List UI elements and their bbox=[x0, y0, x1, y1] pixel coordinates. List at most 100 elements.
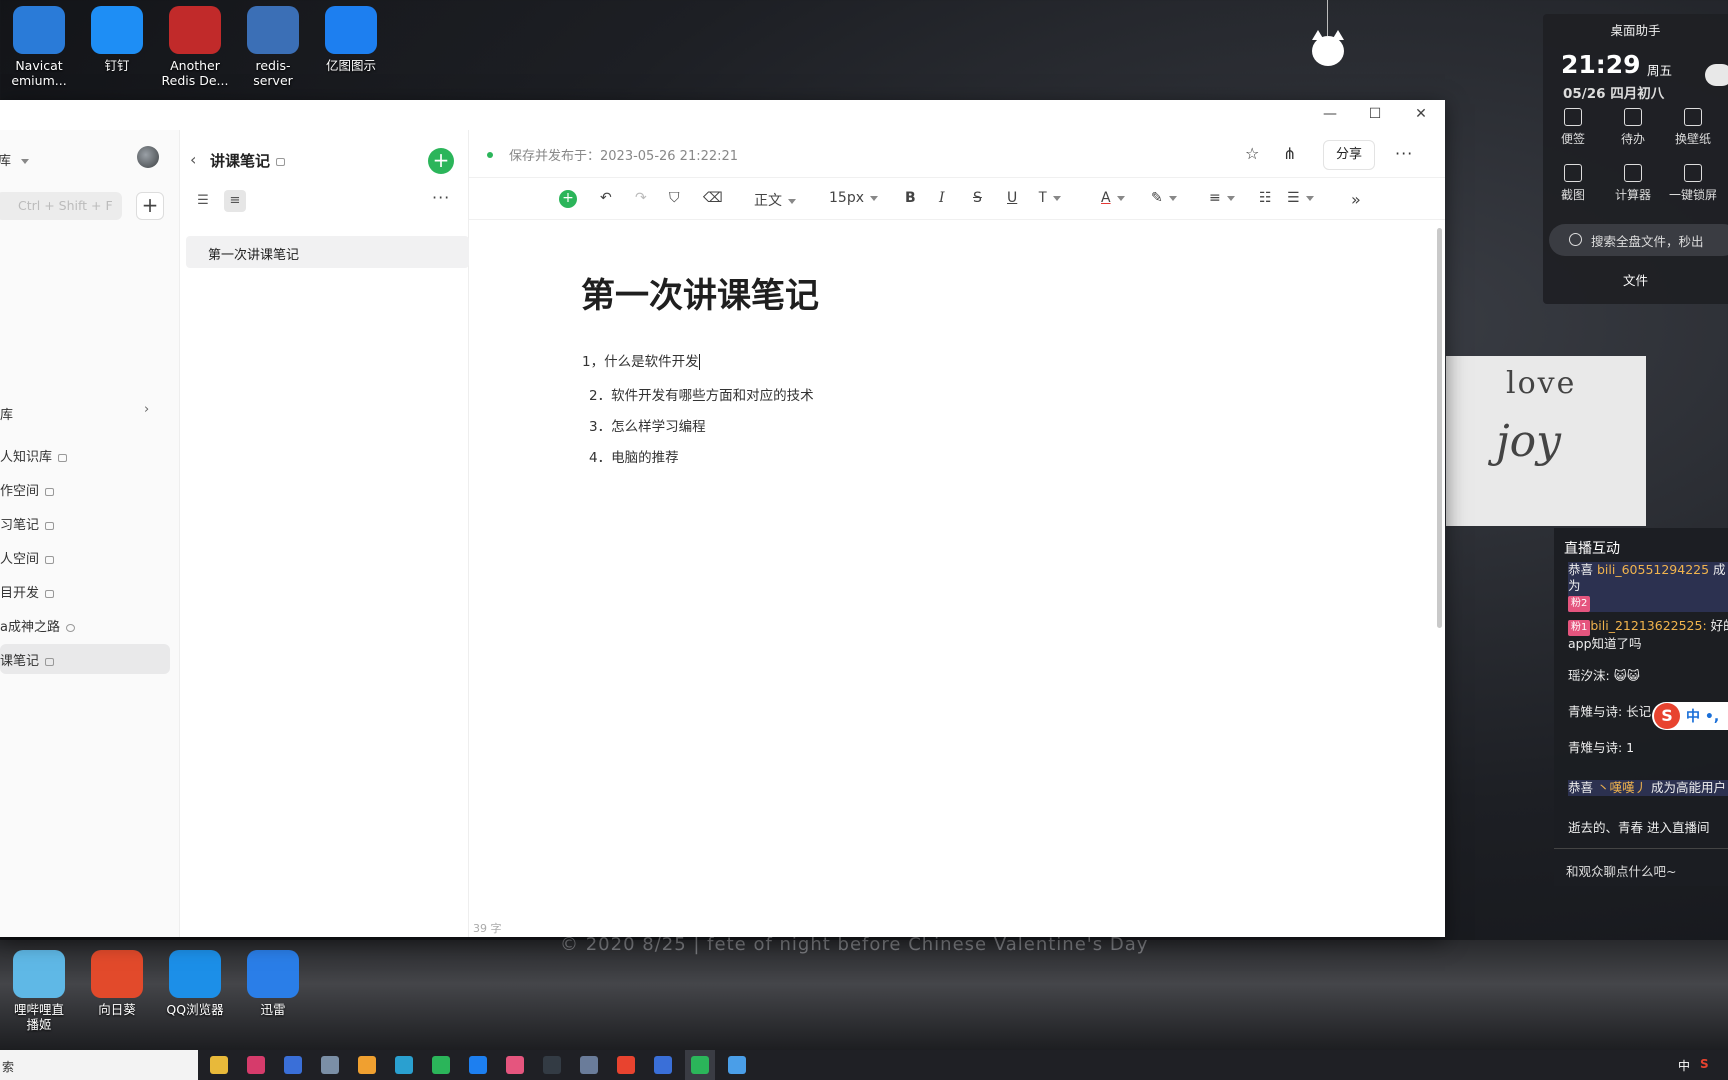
tree-view-icon[interactable]: ≡ bbox=[224, 190, 246, 212]
eraser-icon[interactable]: ⌫ bbox=[703, 190, 723, 206]
app-pink-icon[interactable] bbox=[506, 1056, 524, 1074]
desktop-icon[interactable]: Another Redis De... bbox=[156, 6, 234, 88]
love-joy-card: love joy bbox=[1446, 356, 1646, 526]
widget-file-tab[interactable]: 文件 bbox=[1543, 270, 1728, 289]
underline-button[interactable]: U bbox=[1007, 190, 1017, 206]
insert-button[interactable]: + bbox=[559, 190, 577, 208]
share-button[interactable]: 分享 bbox=[1323, 140, 1375, 170]
desktop-icon[interactable]: 钉钉 bbox=[78, 6, 156, 88]
more-icon[interactable]: ··· bbox=[1395, 144, 1413, 163]
minimize-button[interactable]: — bbox=[1320, 106, 1340, 124]
widget-tool[interactable]: 计算器 bbox=[1603, 164, 1663, 203]
bold-button[interactable]: B bbox=[905, 190, 916, 206]
remote-icon[interactable] bbox=[321, 1056, 339, 1074]
numbered-list-icon[interactable]: ☰ bbox=[1287, 190, 1314, 206]
add-button[interactable]: + bbox=[136, 192, 164, 220]
font-size-select[interactable]: 15px bbox=[829, 190, 878, 206]
monitor-icon[interactable] bbox=[580, 1056, 598, 1074]
chevron-down-icon bbox=[1168, 195, 1177, 201]
widget-tool[interactable]: 截图 bbox=[1543, 164, 1603, 203]
text-color-button[interactable]: A bbox=[1101, 190, 1125, 206]
mindmap-icon[interactable]: ⋔ bbox=[1283, 144, 1296, 163]
chat-username: bili_60551294225 bbox=[1596, 562, 1710, 577]
chat-message: 恭喜 bili_60551294225 成为 粉2 bbox=[1568, 562, 1728, 612]
more-icon[interactable]: ··· bbox=[432, 188, 450, 207]
sidebar-item[interactable]: 目开发 bbox=[0, 576, 170, 606]
document-line[interactable]: 3．怎么样学习编程 bbox=[589, 415, 706, 435]
weather-icon[interactable] bbox=[1705, 64, 1728, 86]
live-chat-input[interactable]: 和观众聊点什么吧~ bbox=[1554, 848, 1728, 886]
align-icon[interactable]: ≡ bbox=[1209, 190, 1235, 206]
desktop-icon[interactable]: QQ浏览器 bbox=[156, 950, 234, 1032]
bullet-list-icon[interactable]: ☷ bbox=[1259, 190, 1272, 206]
expand-toolbar-icon[interactable]: » bbox=[1351, 190, 1361, 209]
desktop-icon[interactable]: 迅雷 bbox=[234, 950, 312, 1032]
widget-tool-label: 截图 bbox=[1560, 188, 1585, 202]
widget-tool[interactable]: 待办 bbox=[1603, 108, 1663, 147]
library-section[interactable]: 库 › bbox=[0, 402, 160, 423]
wechat-icon[interactable] bbox=[432, 1056, 450, 1074]
italic-button[interactable]: I bbox=[939, 190, 945, 206]
chat-message: 逝去的、青春 进入直播间 bbox=[1568, 820, 1728, 836]
note-icon[interactable] bbox=[691, 1056, 709, 1074]
widget-search[interactable]: 搜索全盘文件，秒出 bbox=[1549, 224, 1728, 256]
widget-tool[interactable]: 一键锁屏 bbox=[1663, 164, 1723, 203]
document-line[interactable]: 2．软件开发有哪些方面和对应的技术 bbox=[589, 384, 814, 404]
document-line[interactable]: 1，什么是软件开发 bbox=[582, 350, 700, 370]
browser-icon[interactable] bbox=[358, 1056, 376, 1074]
typora-icon[interactable] bbox=[543, 1056, 561, 1074]
list-view-icon[interactable]: ☰ bbox=[192, 190, 214, 212]
document-title[interactable]: 第一次讲课笔记 bbox=[581, 268, 819, 317]
desktop-icon[interactable]: 亿图图示 bbox=[312, 6, 390, 88]
feishu-icon[interactable] bbox=[654, 1056, 672, 1074]
sidebar-item[interactable]: a成神之路 bbox=[0, 610, 170, 640]
widget-tool-label: 换壁纸 bbox=[1674, 132, 1711, 146]
close-button[interactable]: ✕ bbox=[1411, 106, 1431, 124]
desktop-icon[interactable]: 向日葵 bbox=[78, 950, 156, 1032]
sidebar: 库 Ctrl + Shift + F + 库 › 人知识库作空间习笔记人空间目开… bbox=[0, 130, 180, 937]
desktop-icon[interactable]: 哩哔哩直 播姬 bbox=[0, 950, 78, 1032]
app-blue-icon[interactable] bbox=[469, 1056, 487, 1074]
saved-status: 保存并发布于：2023-05-26 21:22:21 bbox=[509, 149, 739, 164]
desktop-icon[interactable]: Navicat emium... bbox=[0, 6, 78, 88]
scrollbar[interactable] bbox=[1437, 228, 1442, 628]
widget-tool-label: 便签 bbox=[1560, 132, 1585, 146]
app-k-icon[interactable] bbox=[284, 1056, 302, 1074]
highlight-icon[interactable]: ✎ bbox=[1151, 190, 1177, 206]
list-item[interactable]: 第一次讲课笔记 bbox=[186, 236, 469, 268]
workspace-switcher[interactable]: 库 bbox=[0, 150, 30, 169]
chrome-icon[interactable] bbox=[617, 1056, 635, 1074]
paragraph-style-select[interactable]: 正文 bbox=[754, 190, 796, 210]
star-icon[interactable]: ☆ bbox=[1245, 144, 1259, 163]
maximize-button[interactable]: ☐ bbox=[1365, 106, 1385, 124]
sogou-tray-icon[interactable]: S bbox=[1700, 1057, 1709, 1071]
app-window-icon[interactable] bbox=[728, 1056, 746, 1074]
sidebar-item[interactable]: 人空间 bbox=[0, 542, 170, 572]
sidebar-item[interactable]: 课笔记 bbox=[0, 644, 170, 674]
library-section-label: 库 bbox=[0, 408, 14, 423]
search-input[interactable]: Ctrl + Shift + F bbox=[0, 192, 122, 220]
back-icon[interactable]: ‹ bbox=[190, 150, 196, 169]
avatar[interactable] bbox=[137, 146, 159, 168]
ime-toolbar[interactable]: S 中 •, bbox=[1652, 702, 1728, 730]
redo-icon[interactable]: ↷ bbox=[635, 190, 647, 206]
edge-icon[interactable] bbox=[395, 1056, 413, 1074]
sidebar-item[interactable]: 人知识库 bbox=[0, 440, 170, 470]
undo-icon[interactable]: ↶ bbox=[600, 190, 612, 206]
new-note-button[interactable]: + bbox=[428, 148, 454, 174]
desktop-icon[interactable]: redis- server bbox=[234, 6, 312, 88]
lock-icon bbox=[45, 521, 55, 530]
ime-indicator[interactable]: 中 bbox=[1678, 1057, 1690, 1074]
text-cursor bbox=[698, 354, 700, 370]
idea-icon[interactable] bbox=[247, 1056, 265, 1074]
text-size-icon[interactable]: Ꭲ bbox=[1039, 190, 1062, 206]
widget-tool[interactable]: 换壁纸 bbox=[1663, 108, 1723, 147]
format-painter-icon[interactable]: ⛉ bbox=[669, 190, 680, 206]
strikethrough-button[interactable]: S bbox=[973, 190, 982, 206]
widget-tool[interactable]: 便签 bbox=[1543, 108, 1603, 147]
document-line[interactable]: 4．电脑的推荐 bbox=[589, 446, 679, 466]
taskbar-search[interactable]: 索 bbox=[0, 1050, 198, 1080]
file-explorer-icon[interactable] bbox=[210, 1056, 228, 1074]
sidebar-item[interactable]: 作空间 bbox=[0, 474, 170, 504]
sidebar-item[interactable]: 习笔记 bbox=[0, 508, 170, 538]
